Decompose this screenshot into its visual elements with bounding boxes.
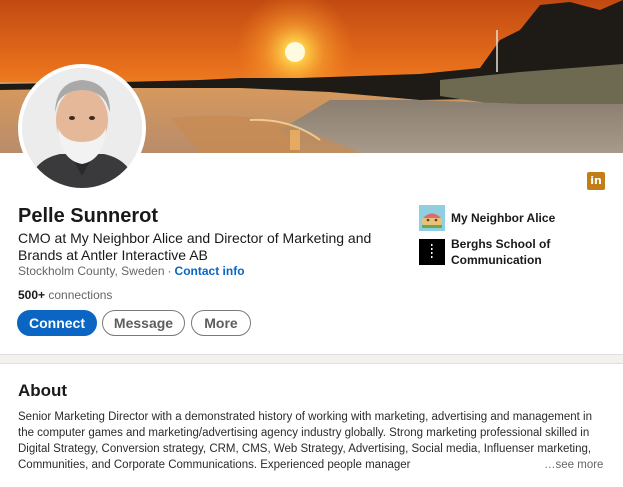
profile-headline: CMO at My Neighbor Alice and Director of… [18, 230, 372, 263]
my-neighbor-alice-logo-icon [419, 205, 445, 231]
berghs-logo-icon [419, 239, 445, 265]
about-text: Senior Marketing Director with a demonst… [18, 411, 592, 471]
connections-number: 500+ [18, 288, 46, 302]
more-button[interactable]: More [191, 310, 251, 336]
about-title: About [18, 381, 68, 400]
connections-count[interactable]: 500+ connections [18, 288, 112, 302]
connect-button[interactable]: Connect [17, 310, 97, 336]
profile-location: Stockholm County, Sweden [18, 264, 165, 278]
message-button[interactable]: Message [102, 310, 185, 336]
separator: · [167, 264, 172, 278]
profile-avatar[interactable] [18, 64, 146, 192]
contact-info-link[interactable]: Contact info [175, 264, 245, 278]
location-row: Stockholm County, Sweden · Contact info [18, 264, 245, 278]
see-more-link[interactable]: …see more [540, 457, 604, 473]
org-name: My Neighbor Alice [451, 211, 556, 225]
about-section: About Senior Marketing Director with a d… [0, 363, 623, 487]
connections-label: connections [48, 288, 113, 302]
linkedin-icon: in [587, 172, 605, 190]
org-my-neighbor-alice[interactable]: My Neighbor Alice [419, 205, 561, 231]
org-berghs[interactable]: Berghs School of Communication [419, 236, 561, 268]
profile-top-card: in Pelle Sunnerot CMO at My Neighbor Ali… [0, 0, 623, 355]
profile-name: Pelle Sunnerot [18, 205, 159, 227]
org-name: Berghs School of Communication [451, 237, 551, 267]
